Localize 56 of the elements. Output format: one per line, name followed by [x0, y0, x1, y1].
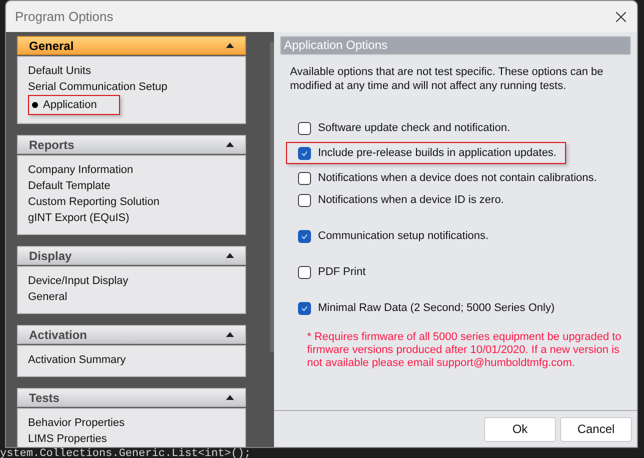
option-label: Communication setup notifications. — [318, 228, 489, 244]
collapse-icon[interactable] — [226, 253, 234, 258]
group-header[interactable]: Activation — [17, 325, 246, 344]
dialog-button[interactable]: Ok — [484, 416, 556, 442]
close-icon[interactable] — [616, 12, 626, 22]
firmware-note: * Requires firmware of all 5000 series equipment be upgraded to firmware versions produced after 10/01/2020. If a new version is not available please email support@humboldtmfg.com. — [306, 331, 622, 370]
sidebar-item[interactable]: Custom Reporting Solution — [28, 194, 235, 210]
checkbox[interactable] — [298, 230, 311, 242]
option-row[interactable]: PDF Print — [298, 261, 366, 283]
sidebar-item[interactable]: Company Information — [28, 162, 235, 178]
option-label: PDF Print — [318, 264, 366, 280]
checkbox[interactable] — [298, 146, 311, 160]
option-row[interactable]: Minimal Raw Data (2 Second; 5000 Series Only) — [298, 297, 555, 319]
option-row[interactable]: Notifications when a device ID is zero. — [298, 189, 504, 211]
dialog-button[interactable]: Cancel — [560, 416, 632, 442]
checkbox[interactable] — [298, 122, 311, 134]
collapse-icon[interactable] — [226, 43, 234, 48]
group-header[interactable]: Tests — [17, 388, 246, 407]
sidebar-item[interactable]: General — [28, 289, 235, 305]
code-line: ystem.Collections.Generic.List<int>(); — [0, 448, 251, 458]
sidebar-item[interactable]: Serial Communication Setup — [28, 79, 235, 95]
sidebar-item[interactable]: gINT Export (EQuIS) — [28, 210, 235, 226]
bullet-icon — [32, 102, 38, 108]
check-icon — [300, 148, 309, 158]
sidebar-item[interactable]: Application — [28, 95, 120, 115]
option-label: Notifications when a device ID is zero. — [318, 192, 504, 208]
checkbox[interactable] — [298, 302, 311, 314]
sidebar-item[interactable]: Behavior Properties — [28, 415, 235, 431]
collapse-icon[interactable] — [226, 142, 234, 147]
checkbox[interactable] — [298, 172, 311, 184]
option-label: Include pre-release builds in application updates. — [318, 146, 556, 161]
collapse-icon[interactable] — [226, 395, 234, 400]
option-label: Minimal Raw Data (2 Second; 5000 Series Only) — [318, 300, 555, 316]
group-header[interactable]: Reports — [17, 135, 246, 154]
checkbox[interactable] — [298, 194, 311, 206]
option-row[interactable]: Software update check and notification. — [298, 117, 510, 139]
sidebar-item[interactable]: LIMS Properties — [28, 431, 235, 447]
description-text: Available options that are not test specific. These options can be modified at any time and will not affect any running tests. — [289, 65, 604, 93]
sidebar-item[interactable]: Default Template — [28, 178, 235, 194]
window-title: Program Options — [15, 8, 114, 26]
collapse-icon[interactable] — [226, 332, 234, 337]
scrollbar[interactable] — [270, 42, 274, 352]
option-label: Software update check and notification. — [318, 120, 510, 136]
group-header[interactable]: Display — [17, 246, 246, 265]
sidebar-item[interactable]: Default Units — [28, 63, 235, 79]
group-header[interactable]: General — [17, 36, 246, 55]
option-row[interactable]: Communication setup notifications. — [298, 225, 489, 247]
checkbox[interactable] — [298, 266, 311, 278]
option-label: Notifications when a device does not contain calibrations. — [318, 170, 597, 186]
check-icon — [300, 304, 309, 312]
option-row[interactable]: Notifications when a device does not contain calibrations. — [298, 167, 597, 189]
sidebar-item[interactable]: Activation Summary — [28, 352, 235, 368]
check-icon — [300, 232, 309, 240]
sidebar-item[interactable]: Device/Input Display — [28, 273, 235, 289]
section-header: Application Options — [280, 36, 631, 55]
option-row[interactable]: Include pre-release builds in application updates. — [286, 142, 566, 164]
